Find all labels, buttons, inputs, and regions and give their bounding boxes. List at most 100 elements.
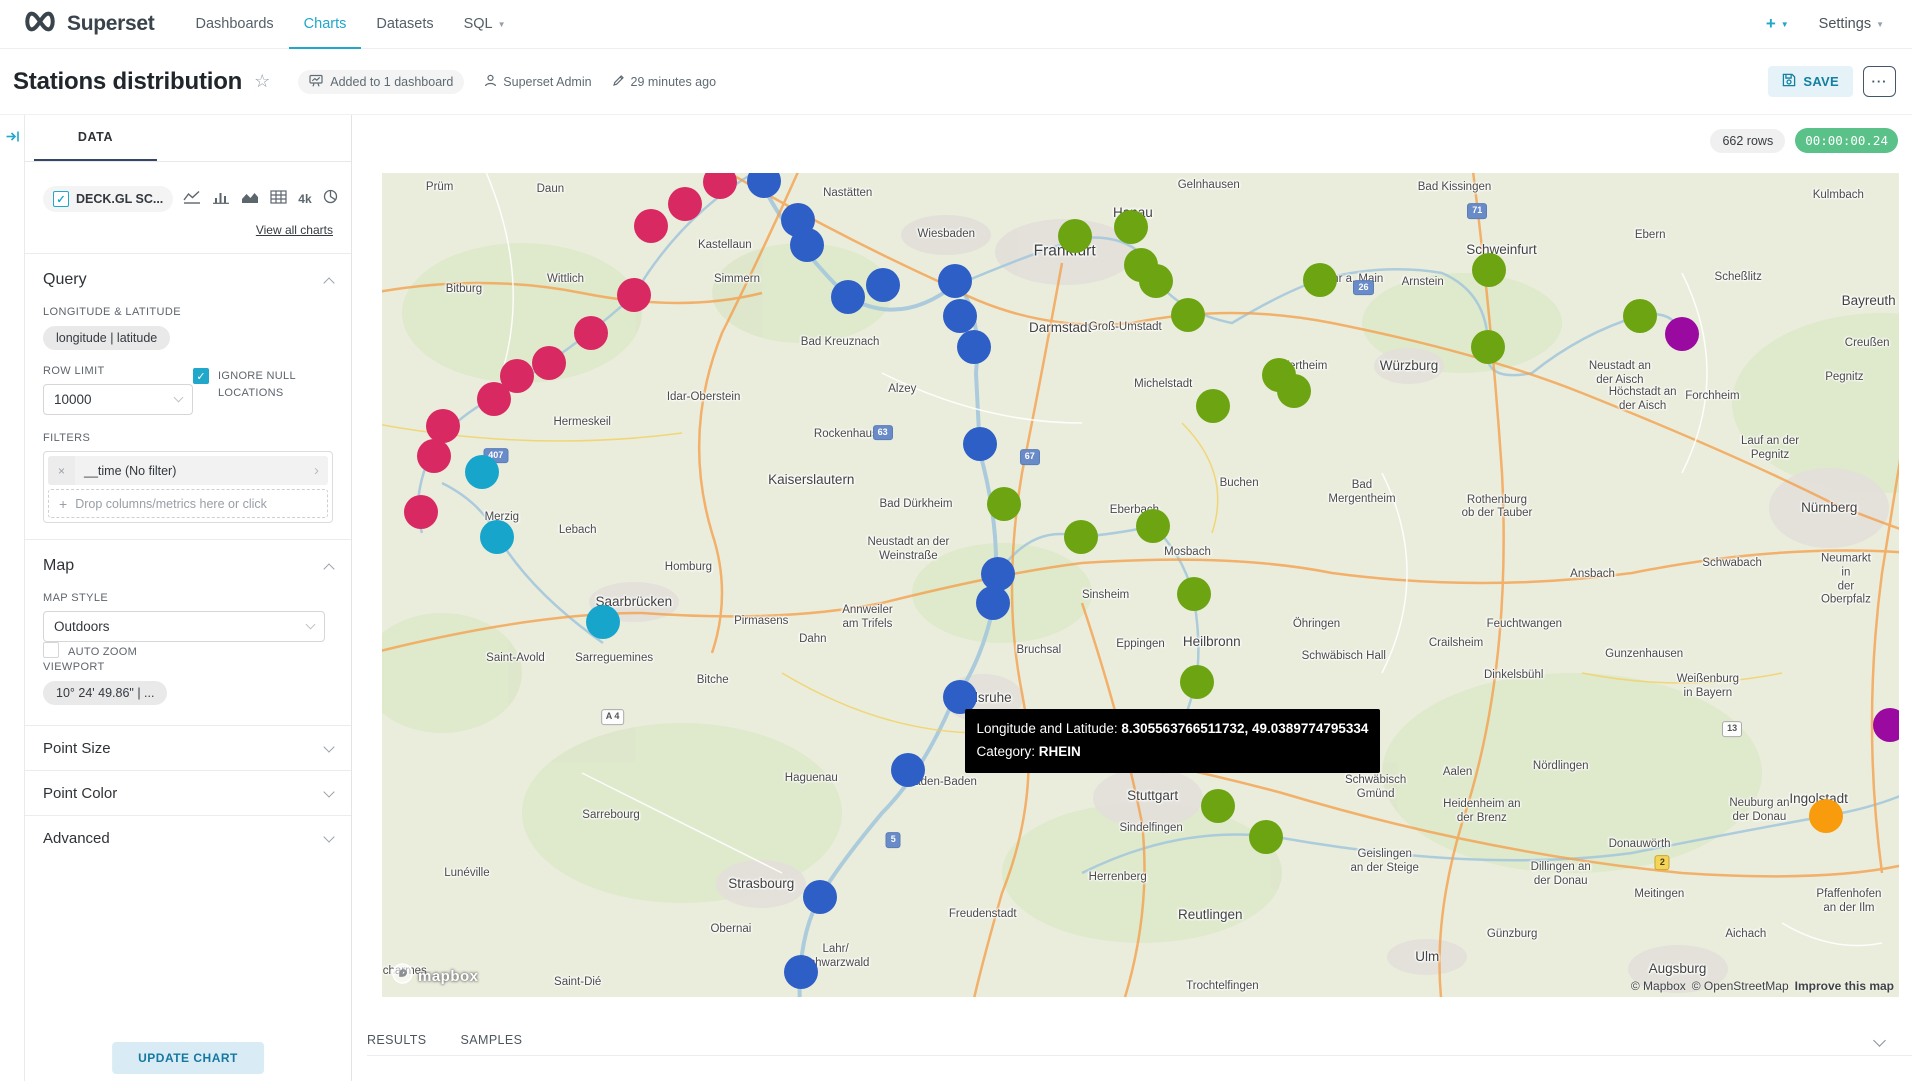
bar-chart-icon[interactable] bbox=[212, 190, 230, 209]
map-data-point[interactable] bbox=[831, 280, 865, 314]
line-chart-icon[interactable] bbox=[183, 190, 201, 209]
map-data-point[interactable] bbox=[891, 753, 925, 787]
caret-down-icon: ▼ bbox=[1876, 20, 1884, 29]
map-data-point[interactable] bbox=[1201, 789, 1235, 823]
map-data-point[interactable] bbox=[1623, 299, 1657, 333]
map-data-point[interactable] bbox=[668, 187, 702, 221]
map-data-point[interactable] bbox=[417, 439, 451, 473]
map-data-point[interactable] bbox=[1180, 665, 1214, 699]
map-data-point[interactable] bbox=[477, 382, 511, 416]
viewport-value-pill[interactable]: 10° 24' 49.86" | ... bbox=[43, 681, 167, 705]
nav-datasets[interactable]: Datasets bbox=[361, 0, 448, 49]
nav-dashboards[interactable]: Dashboards bbox=[180, 0, 288, 49]
mapbox-attribution-link[interactable]: © Mapbox bbox=[1631, 979, 1686, 993]
map-data-point[interactable] bbox=[784, 955, 818, 989]
map-city-label: Simmern bbox=[714, 273, 760, 287]
osm-attribution-link[interactable]: © OpenStreetMap bbox=[1692, 979, 1789, 993]
row-limit-select[interactable]: 10000 bbox=[43, 384, 193, 415]
viz-4k-option[interactable]: 4k bbox=[298, 192, 311, 206]
checkbox-unchecked-icon[interactable] bbox=[43, 642, 59, 658]
map-data-point[interactable] bbox=[1058, 219, 1092, 253]
map-data-point[interactable] bbox=[1196, 389, 1230, 423]
map-data-point[interactable] bbox=[480, 520, 514, 554]
map-data-point[interactable] bbox=[532, 346, 566, 380]
section-advanced[interactable]: Advanced bbox=[43, 816, 333, 860]
map-data-point[interactable] bbox=[803, 880, 837, 914]
map-city-label: Donauwörth bbox=[1609, 838, 1671, 852]
map-data-point[interactable] bbox=[1114, 210, 1148, 244]
tab-samples[interactable]: SAMPLES bbox=[461, 1033, 523, 1047]
query-section-header[interactable]: Query bbox=[43, 271, 333, 289]
map-data-point[interactable] bbox=[465, 455, 499, 489]
lon-lat-value-pill[interactable]: longitude | latitude bbox=[43, 326, 170, 350]
map-data-point[interactable] bbox=[938, 264, 972, 298]
map-data-point[interactable] bbox=[1471, 330, 1505, 364]
ignore-null-control[interactable]: ✓ IGNORE NULL LOCATIONS bbox=[193, 365, 325, 415]
map-data-point[interactable] bbox=[1472, 253, 1506, 287]
map-data-point[interactable] bbox=[1249, 820, 1283, 854]
dashboard-count-badge[interactable]: Added to 1 dashboard bbox=[298, 70, 464, 94]
map-data-point[interactable] bbox=[943, 299, 977, 333]
filter-drop-zone[interactable]: + Drop columns/metrics here or click bbox=[48, 489, 328, 518]
map-style-select[interactable]: Outdoors bbox=[43, 611, 325, 642]
nav-sql[interactable]: SQL▼ bbox=[449, 0, 521, 49]
map-data-point[interactable] bbox=[404, 495, 438, 529]
superset-logo[interactable]: Superset bbox=[22, 11, 154, 37]
settings-menu[interactable]: Settings▼ bbox=[1819, 16, 1884, 32]
table-icon[interactable] bbox=[270, 190, 287, 209]
map-data-point[interactable] bbox=[957, 330, 991, 364]
map-city-label: Lebach bbox=[559, 524, 597, 538]
map-city-label: Kulmbach bbox=[1813, 189, 1864, 203]
map-data-point[interactable] bbox=[866, 268, 900, 302]
remove-filter-icon[interactable]: × bbox=[48, 456, 75, 485]
filter-item-time[interactable]: × __time (No filter) › bbox=[48, 456, 328, 485]
tab-results[interactable]: RESULTS bbox=[367, 1033, 427, 1047]
viz-type-selected[interactable]: ✓ DECK.GL SC... bbox=[43, 186, 173, 212]
last-modified-label[interactable]: 29 minutes ago bbox=[612, 74, 716, 90]
map-data-point[interactable] bbox=[1809, 799, 1843, 833]
map-data-point[interactable] bbox=[634, 209, 668, 243]
map-data-point[interactable] bbox=[1873, 708, 1899, 742]
map-data-point[interactable] bbox=[1171, 298, 1205, 332]
map-data-point[interactable] bbox=[1136, 509, 1170, 543]
tab-data[interactable]: DATA bbox=[34, 115, 157, 161]
map-data-point[interactable] bbox=[586, 605, 620, 639]
row-limit-label: ROW LIMIT bbox=[43, 365, 193, 377]
map-data-point[interactable] bbox=[617, 278, 651, 312]
map-city-label: Eppingen bbox=[1116, 638, 1165, 652]
mapbox-logo[interactable]: mapbox bbox=[392, 963, 479, 989]
update-chart-button[interactable]: UPDATE CHART bbox=[112, 1042, 264, 1074]
area-chart-icon[interactable] bbox=[241, 190, 259, 209]
map-data-point[interactable] bbox=[790, 228, 824, 262]
auto-zoom-control[interactable]: AUTO ZOOM bbox=[43, 642, 193, 661]
map-canvas[interactable]: Longitude and Latitude: 8.30556376651173… bbox=[382, 173, 1899, 997]
map-data-point[interactable] bbox=[1303, 263, 1337, 297]
map-data-point[interactable] bbox=[1064, 520, 1098, 554]
improve-map-link[interactable]: Improve this map bbox=[1795, 979, 1894, 993]
view-all-charts-link[interactable]: View all charts bbox=[43, 223, 333, 237]
chevron-down-icon[interactable] bbox=[1873, 1034, 1886, 1047]
infinity-logo-icon bbox=[22, 11, 58, 37]
pie-chart-icon[interactable] bbox=[323, 189, 338, 209]
map-data-point[interactable] bbox=[1177, 577, 1211, 611]
map-section-header[interactable]: Map bbox=[43, 557, 333, 575]
save-icon bbox=[1782, 73, 1796, 90]
save-button[interactable]: SAVE bbox=[1768, 66, 1853, 97]
new-item-button[interactable]: +▼ bbox=[1766, 14, 1789, 34]
owner-label[interactable]: Superset Admin bbox=[484, 74, 591, 90]
map-data-point[interactable] bbox=[987, 487, 1021, 521]
map-data-point[interactable] bbox=[574, 316, 608, 350]
map-data-point[interactable] bbox=[1277, 374, 1311, 408]
more-options-button[interactable]: ··· bbox=[1863, 66, 1896, 97]
map-city-label: Herrenberg bbox=[1089, 871, 1147, 885]
favorite-star-icon[interactable]: ☆ bbox=[254, 71, 270, 92]
map-data-point[interactable] bbox=[976, 586, 1010, 620]
collapse-panel-icon[interactable] bbox=[5, 129, 20, 1081]
section-point-color[interactable]: Point Color bbox=[43, 771, 333, 815]
section-point-size[interactable]: Point Size bbox=[43, 726, 333, 770]
map-data-point[interactable] bbox=[963, 427, 997, 461]
map-data-point[interactable] bbox=[1139, 264, 1173, 298]
map-data-point[interactable] bbox=[1665, 317, 1699, 351]
nav-charts[interactable]: Charts bbox=[289, 0, 362, 49]
checkbox-checked-icon[interactable]: ✓ bbox=[193, 368, 209, 384]
